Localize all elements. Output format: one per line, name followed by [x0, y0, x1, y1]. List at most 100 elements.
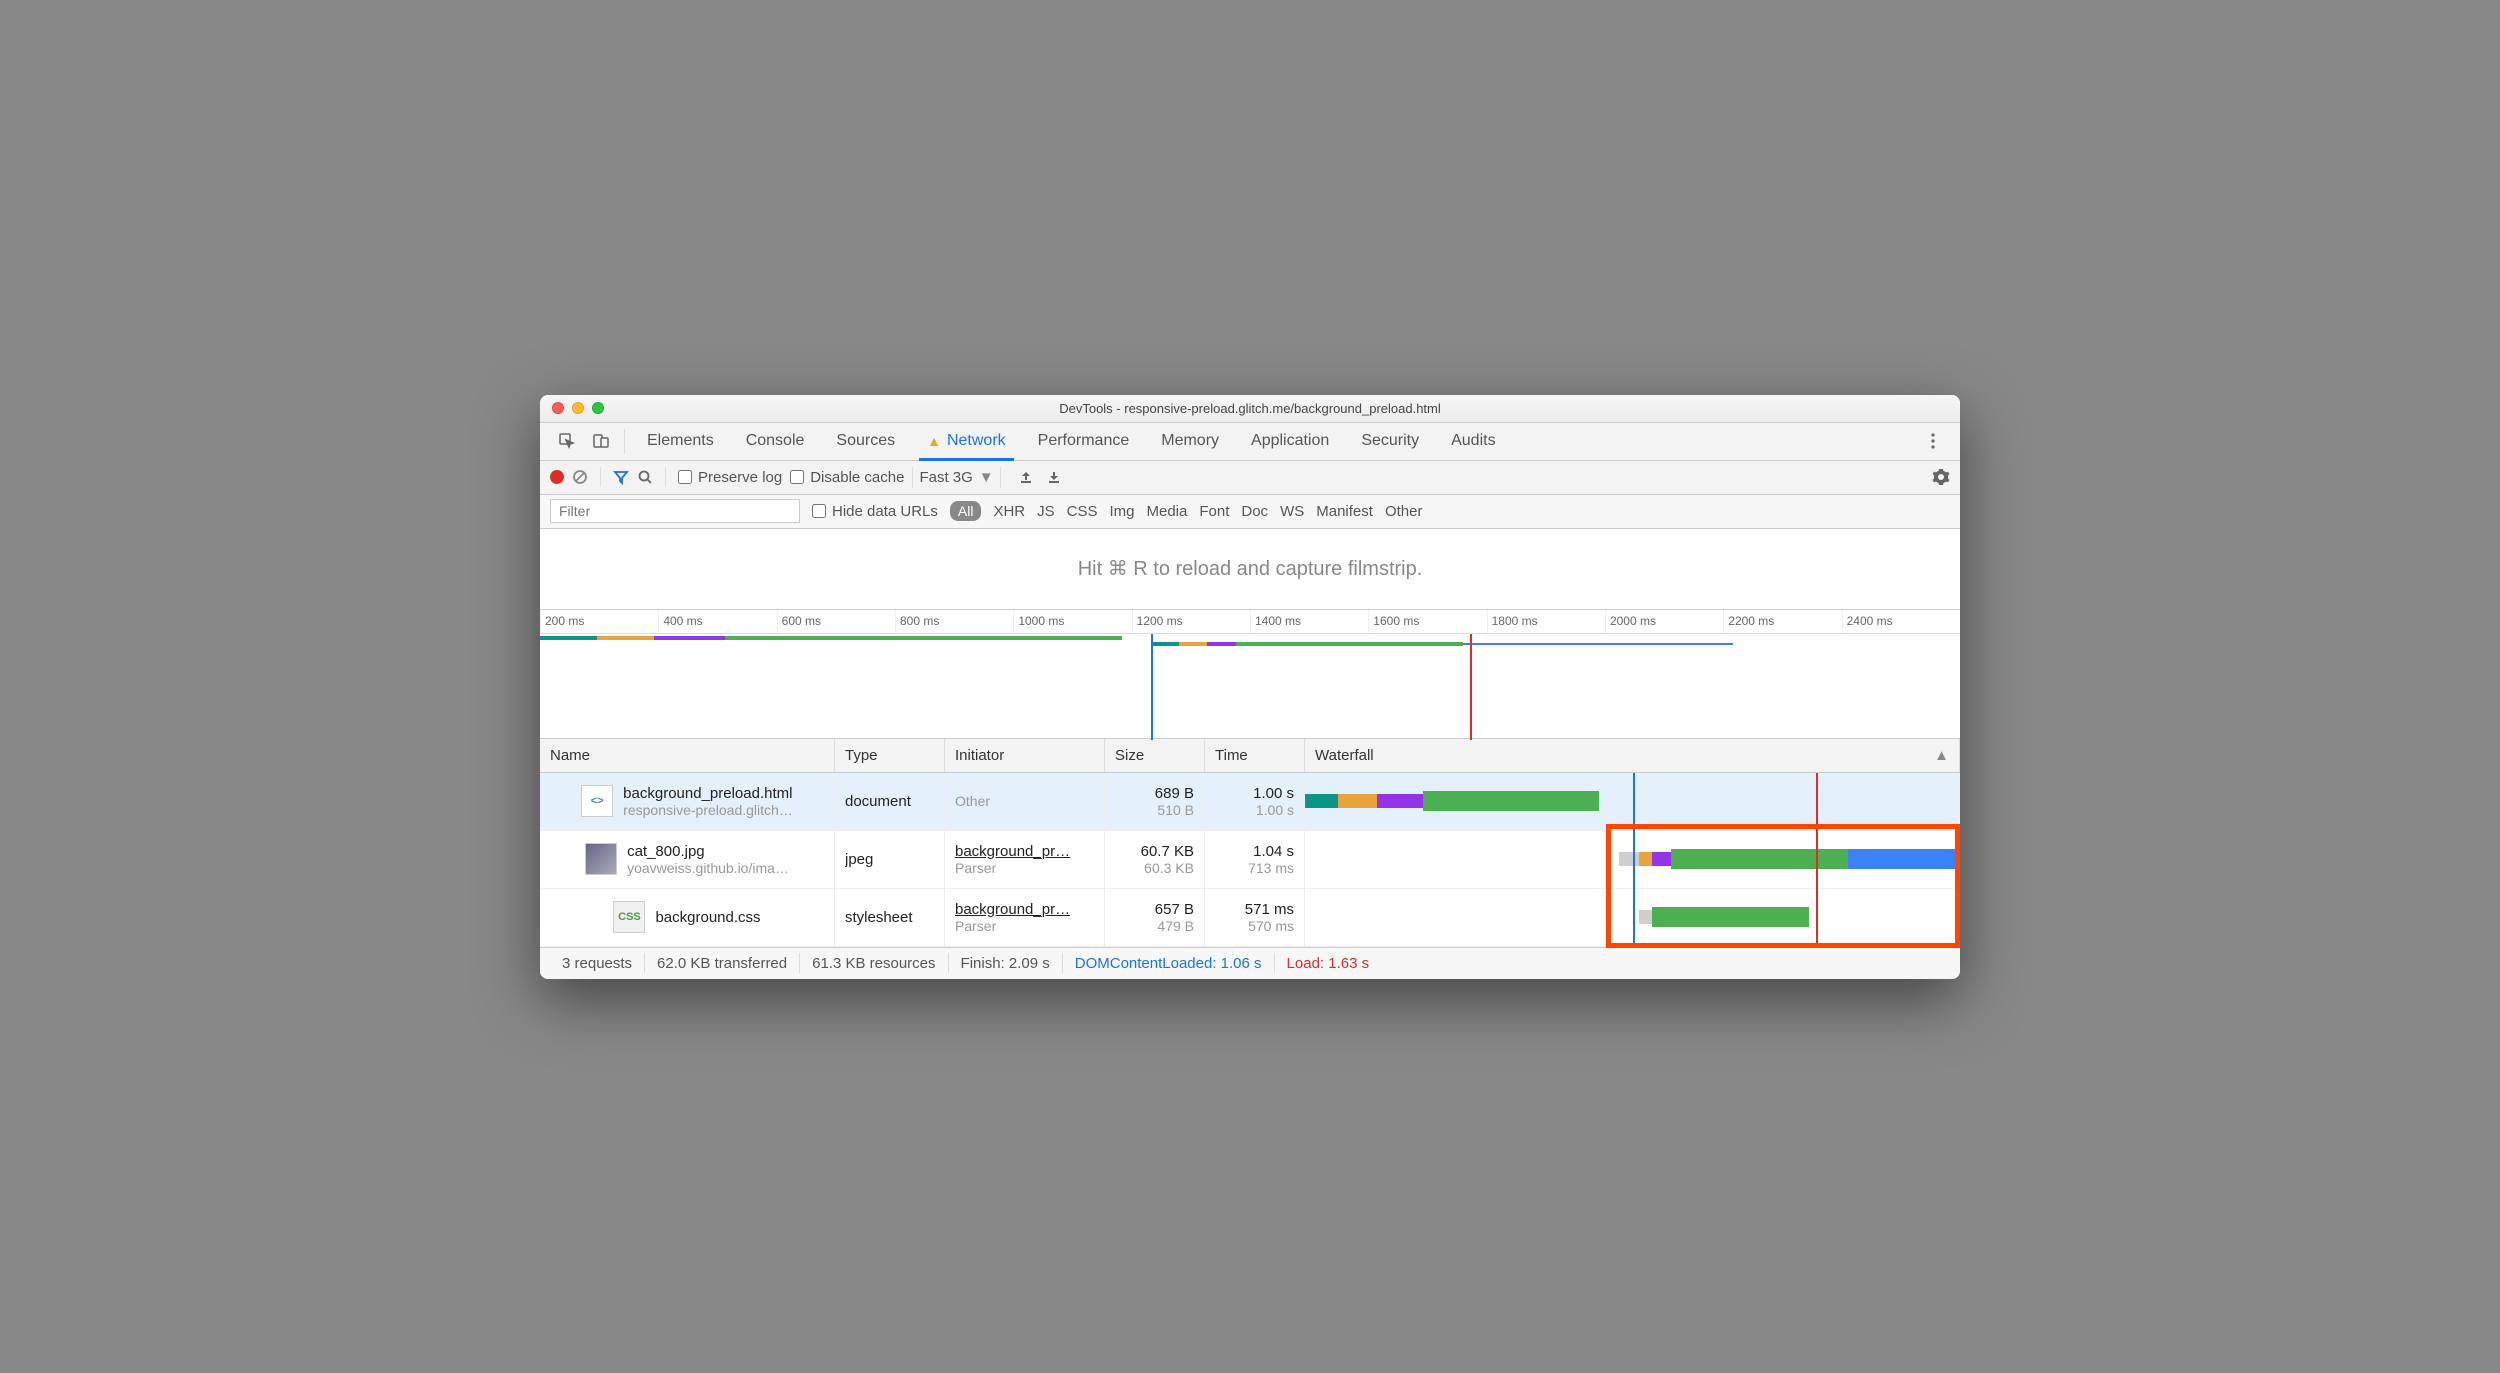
- column-initiator[interactable]: Initiator: [945, 739, 1105, 772]
- filter-all[interactable]: All: [950, 501, 982, 521]
- record-button[interactable]: [550, 470, 564, 484]
- ruler-tick: 1600 ms: [1368, 610, 1486, 633]
- inspect-element-icon[interactable]: [550, 423, 584, 460]
- filter-input[interactable]: [550, 499, 800, 523]
- request-initiator[interactable]: background_pr…: [955, 901, 1094, 918]
- column-time[interactable]: Time: [1205, 739, 1305, 772]
- upload-har-icon[interactable]: [1019, 470, 1033, 484]
- ruler-tick: 2400 ms: [1842, 610, 1960, 633]
- status-resources: 61.3 KB resources: [800, 955, 947, 972]
- column-type[interactable]: Type: [835, 739, 945, 772]
- column-waterfall[interactable]: Waterfall ▲: [1305, 739, 1960, 772]
- window-controls: [540, 402, 604, 414]
- status-bar: 3 requests 62.0 KB transferred 61.3 KB r…: [540, 947, 1960, 979]
- tab-console[interactable]: Console: [730, 423, 821, 460]
- request-domain: responsive-preload.glitch…: [623, 802, 793, 818]
- ruler-tick: 600 ms: [777, 610, 895, 633]
- css-file-icon: CSS: [613, 901, 645, 933]
- request-latency: 570 ms: [1248, 918, 1294, 934]
- throttle-value: Fast 3G: [919, 469, 972, 486]
- request-time: 1.00 s: [1253, 785, 1294, 802]
- hide-data-urls-label: Hide data URLs: [832, 503, 938, 520]
- filter-js[interactable]: JS: [1037, 503, 1055, 520]
- disable-cache-checkbox[interactable]: Disable cache: [790, 469, 904, 486]
- request-size: 657 B: [1155, 901, 1194, 918]
- filter-css[interactable]: CSS: [1067, 503, 1098, 520]
- filter-icon[interactable]: [613, 469, 629, 485]
- timeline-overview[interactable]: 200 ms 400 ms 600 ms 800 ms 1000 ms 1200…: [540, 609, 1960, 739]
- requests-table-header: Name Type Initiator Size Time Waterfall ▲: [540, 739, 1960, 773]
- tab-audits[interactable]: Audits: [1435, 423, 1511, 460]
- filter-img[interactable]: Img: [1109, 503, 1134, 520]
- network-toolbar: Preserve log Disable cache Fast 3G ▼: [540, 461, 1960, 495]
- tab-network[interactable]: ▲Network: [911, 423, 1022, 460]
- request-row[interactable]: IMG cat_800.jpg yoavweiss.github.io/ima……: [540, 831, 1960, 889]
- tab-sources[interactable]: Sources: [820, 423, 911, 460]
- image-file-icon: IMG: [585, 843, 617, 875]
- ruler-tick: 2000 ms: [1605, 610, 1723, 633]
- ruler-tick: 1000 ms: [1013, 610, 1131, 633]
- download-har-icon[interactable]: [1047, 470, 1061, 484]
- hide-data-urls-checkbox[interactable]: Hide data URLs: [812, 503, 938, 520]
- filter-xhr[interactable]: XHR: [993, 503, 1025, 520]
- column-size[interactable]: Size: [1105, 739, 1205, 772]
- close-icon[interactable]: [552, 402, 564, 414]
- minimize-icon[interactable]: [572, 402, 584, 414]
- timeline-ruler: 200 ms 400 ms 600 ms 800 ms 1000 ms 1200…: [540, 610, 1960, 634]
- status-requests: 3 requests: [550, 955, 644, 972]
- filter-media[interactable]: Media: [1147, 503, 1188, 520]
- column-name[interactable]: Name: [540, 739, 835, 772]
- separator: [600, 467, 601, 487]
- tab-performance[interactable]: Performance: [1022, 423, 1146, 460]
- request-size-uncompressed: 510 B: [1157, 802, 1194, 818]
- request-latency: 713 ms: [1248, 860, 1294, 876]
- request-name: cat_800.jpg: [627, 843, 789, 860]
- separator: [624, 429, 625, 454]
- timeline-body: [540, 634, 1960, 740]
- ruler-tick: 1800 ms: [1487, 610, 1605, 633]
- tab-network-label: Network: [947, 432, 1006, 450]
- devtools-window: DevTools - responsive-preload.glitch.me/…: [540, 395, 1960, 979]
- request-name: background.css: [655, 909, 760, 926]
- clear-icon[interactable]: [572, 469, 588, 485]
- filter-font[interactable]: Font: [1199, 503, 1229, 520]
- request-row[interactable]: <> background_preload.html responsive-pr…: [540, 773, 1960, 831]
- request-size-uncompressed: 60.3 KB: [1144, 860, 1194, 876]
- chevron-down-icon: ▼: [979, 469, 994, 486]
- column-waterfall-label: Waterfall: [1315, 747, 1374, 764]
- device-toolbar-icon[interactable]: [584, 423, 618, 460]
- request-initiator-type: Parser: [955, 860, 1094, 876]
- throttle-select[interactable]: Fast 3G ▼: [912, 467, 1000, 488]
- request-name: background_preload.html: [623, 785, 793, 802]
- request-type: document: [845, 793, 934, 810]
- ruler-tick: 200 ms: [540, 610, 658, 633]
- settings-icon[interactable]: [1932, 468, 1950, 486]
- filter-other[interactable]: Other: [1385, 503, 1423, 520]
- request-time: 1.04 s: [1253, 843, 1294, 860]
- request-initiator-type: Parser: [955, 918, 1094, 934]
- requests-table-body: <> background_preload.html responsive-pr…: [540, 773, 1960, 947]
- preserve-log-checkbox[interactable]: Preserve log: [678, 469, 782, 486]
- status-finish: Finish: 2.09 s: [949, 955, 1062, 972]
- tab-application[interactable]: Application: [1235, 423, 1345, 460]
- maximize-icon[interactable]: [592, 402, 604, 414]
- sort-arrow-icon: ▲: [1934, 747, 1949, 764]
- ruler-tick: 1400 ms: [1250, 610, 1368, 633]
- filter-manifest[interactable]: Manifest: [1316, 503, 1373, 520]
- request-domain: yoavweiss.github.io/ima…: [627, 860, 789, 876]
- tab-memory[interactable]: Memory: [1145, 423, 1235, 460]
- request-row[interactable]: CSS background.css stylesheet background…: [540, 889, 1960, 947]
- window-title: DevTools - responsive-preload.glitch.me/…: [540, 401, 1960, 416]
- filter-doc[interactable]: Doc: [1241, 503, 1268, 520]
- search-icon[interactable]: [637, 469, 653, 485]
- more-menu-icon[interactable]: [1916, 423, 1950, 460]
- filter-ws[interactable]: WS: [1280, 503, 1304, 520]
- status-transferred: 62.0 KB transferred: [645, 955, 799, 972]
- tab-elements[interactable]: Elements: [631, 423, 730, 460]
- tab-security[interactable]: Security: [1345, 423, 1435, 460]
- filter-bar: Hide data URLs All XHR JS CSS Img Media …: [540, 495, 1960, 529]
- status-load: Load: 1.63 s: [1275, 955, 1382, 972]
- request-initiator[interactable]: background_pr…: [955, 843, 1094, 860]
- panel-tabs: Elements Console Sources ▲Network Perfor…: [540, 423, 1960, 461]
- titlebar: DevTools - responsive-preload.glitch.me/…: [540, 395, 1960, 423]
